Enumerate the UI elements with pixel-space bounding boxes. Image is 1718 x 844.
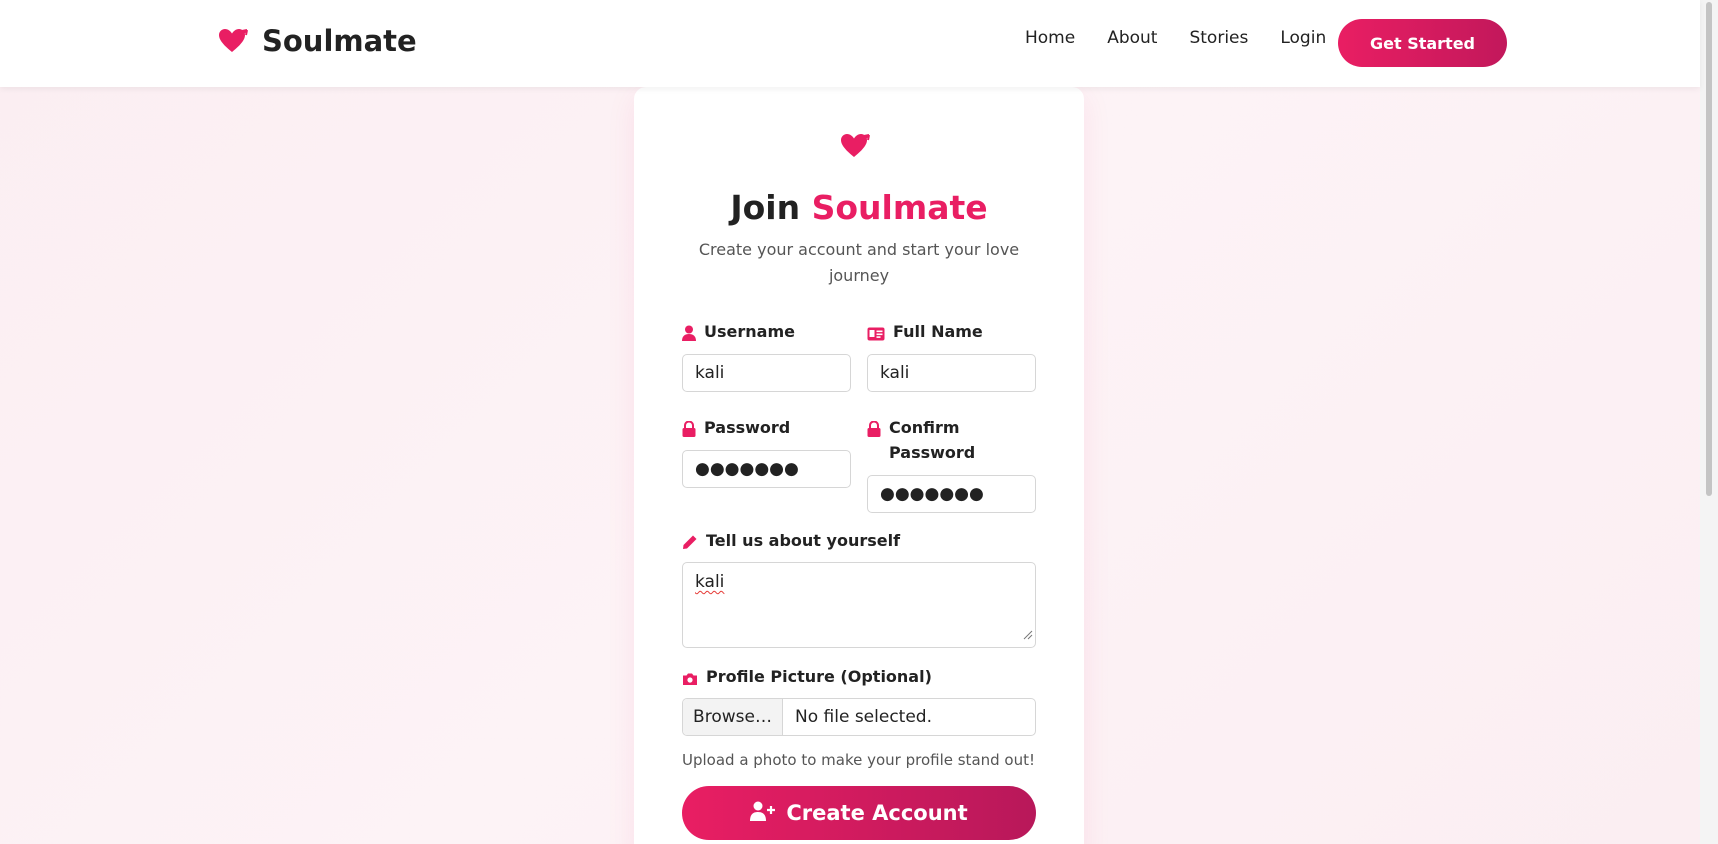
brand-logo[interactable]: Soulmate xyxy=(218,24,417,58)
camera-icon xyxy=(682,668,698,693)
create-account-label: Create Account xyxy=(786,801,968,825)
nav-link-stories[interactable]: Stories xyxy=(1189,28,1248,48)
heart-arrow-icon xyxy=(840,133,870,163)
title-accent: Soulmate xyxy=(811,188,988,227)
profile-picture-label: Profile Picture (Optional) xyxy=(682,664,932,693)
profile-picture-help: Upload a photo to make your profile stan… xyxy=(682,751,1036,769)
fullname-input[interactable]: kali xyxy=(867,354,1036,392)
password-input[interactable]: ●●●●●●● xyxy=(682,450,851,488)
page-scrollbar[interactable] xyxy=(1700,0,1718,844)
password-label: Password xyxy=(682,415,790,444)
nav-link-login[interactable]: Login xyxy=(1280,28,1326,48)
nav-link-home[interactable]: Home xyxy=(1025,28,1075,48)
navbar: Soulmate Home About Stories Login Get St… xyxy=(0,0,1700,87)
file-status: No file selected. xyxy=(795,707,932,727)
bio-textarea[interactable]: kali xyxy=(682,562,1036,648)
page-subtitle: Create your account and start your love … xyxy=(698,240,1020,285)
title-prefix: Join xyxy=(730,188,801,227)
password-masked-value: ●●●●●●● xyxy=(695,459,799,479)
nav-links: Home About Stories Login xyxy=(1025,28,1326,48)
username-input[interactable]: kali xyxy=(682,354,851,392)
confirm-password-label: Confirm Password xyxy=(867,415,1017,465)
profile-picture-file-input[interactable]: Browse… No file selected. xyxy=(682,698,1036,736)
id-card-icon xyxy=(867,323,885,348)
page-title: Join Soulmate xyxy=(634,188,1084,227)
heart-arrow-icon xyxy=(218,28,248,54)
lock-icon xyxy=(867,419,881,444)
username-label: Username xyxy=(682,319,795,348)
lock-icon xyxy=(682,419,696,444)
confirm-password-masked-value: ●●●●●●● xyxy=(880,484,984,504)
bio-label: Tell us about yourself xyxy=(682,528,900,557)
brand-name: Soulmate xyxy=(262,24,417,58)
fullname-label: Full Name xyxy=(867,319,983,348)
create-account-button[interactable]: Create Account xyxy=(682,786,1036,840)
confirm-password-input[interactable]: ●●●●●●● xyxy=(867,475,1036,513)
resize-grip-icon[interactable] xyxy=(1023,625,1033,645)
user-icon xyxy=(682,323,696,348)
browse-button[interactable]: Browse… xyxy=(683,699,783,735)
nav-link-about[interactable]: About xyxy=(1107,28,1157,48)
scrollbar-thumb[interactable] xyxy=(1706,2,1712,496)
signup-card: Join Soulmate Create your account and st… xyxy=(634,87,1084,844)
user-plus-icon xyxy=(750,801,776,826)
get-started-button[interactable]: Get Started xyxy=(1338,19,1507,67)
bio-value: kali xyxy=(695,572,725,592)
pencil-icon xyxy=(682,532,698,557)
